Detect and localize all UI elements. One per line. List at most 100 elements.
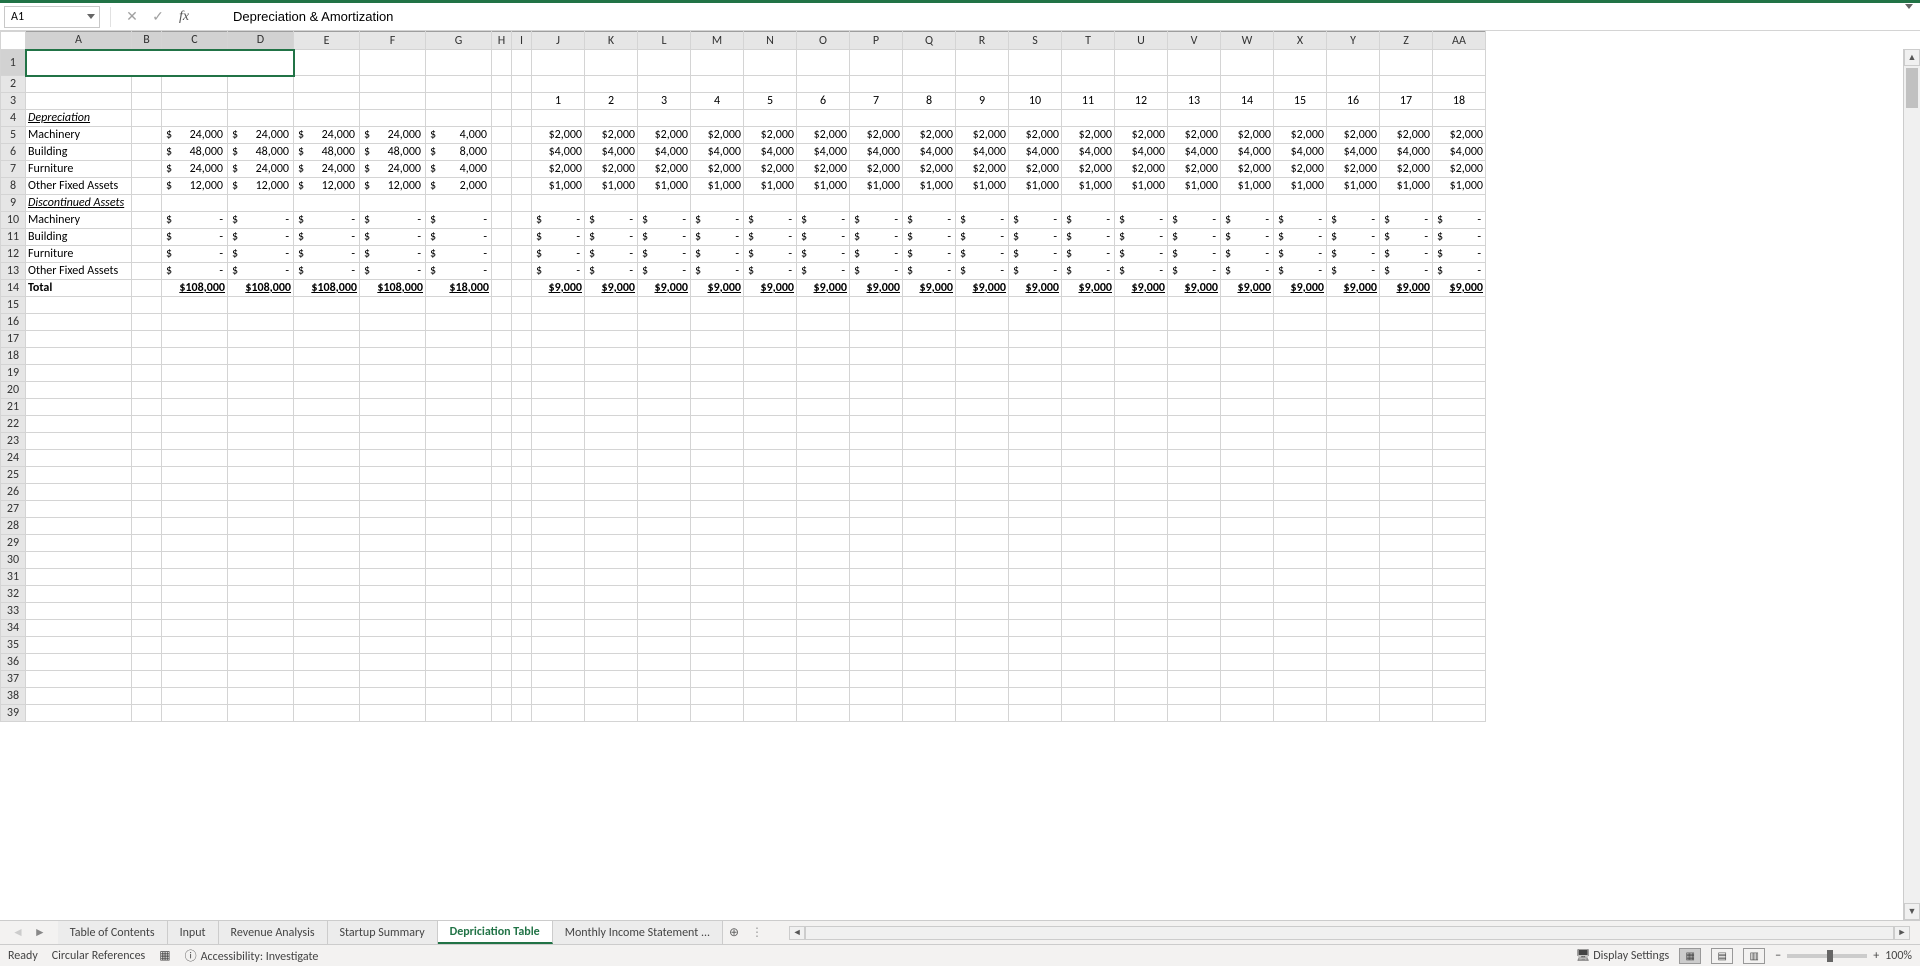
cell-Q33[interactable] xyxy=(903,603,956,620)
cell-A15[interactable] xyxy=(26,297,132,314)
cell-N32[interactable] xyxy=(744,586,797,603)
cell-U2[interactable] xyxy=(1115,76,1168,93)
cell-J15[interactable] xyxy=(532,297,585,314)
cell-AA4[interactable] xyxy=(1433,110,1486,127)
cell-Y13[interactable]: $- xyxy=(1327,263,1380,280)
col-header-C[interactable]: C xyxy=(162,32,228,50)
cell-B29[interactable] xyxy=(132,535,162,552)
cell-E29[interactable] xyxy=(294,535,360,552)
sheet-tab[interactable]: Table of Contents xyxy=(58,921,168,944)
cell-N24[interactable] xyxy=(744,450,797,467)
cell-S4[interactable] xyxy=(1009,110,1062,127)
cell-X17[interactable] xyxy=(1274,331,1327,348)
cell-W19[interactable] xyxy=(1221,365,1274,382)
cell-V33[interactable] xyxy=(1168,603,1221,620)
cell-L19[interactable] xyxy=(638,365,691,382)
cell-M9[interactable] xyxy=(691,195,744,212)
cell-R4[interactable] xyxy=(956,110,1009,127)
horizontal-scrollbar[interactable] xyxy=(805,926,1894,940)
row-header-10[interactable]: 10 xyxy=(1,212,26,229)
cell-G3[interactable] xyxy=(426,93,492,110)
col-header-AA[interactable]: AA xyxy=(1433,32,1486,50)
cell-K28[interactable] xyxy=(585,518,638,535)
cell-T36[interactable] xyxy=(1062,654,1115,671)
cell-H1[interactable] xyxy=(492,50,512,76)
cell-X22[interactable] xyxy=(1274,416,1327,433)
cell-I10[interactable] xyxy=(512,212,532,229)
cell-O23[interactable] xyxy=(797,433,850,450)
cell-K2[interactable] xyxy=(585,76,638,93)
cell-R26[interactable] xyxy=(956,484,1009,501)
cell-B32[interactable] xyxy=(132,586,162,603)
cell-AA18[interactable] xyxy=(1433,348,1486,365)
cell-L29[interactable] xyxy=(638,535,691,552)
cell-F15[interactable] xyxy=(360,297,426,314)
cell-U24[interactable] xyxy=(1115,450,1168,467)
cell-L26[interactable] xyxy=(638,484,691,501)
cell-Z18[interactable] xyxy=(1380,348,1433,365)
cell-D2[interactable] xyxy=(228,76,294,93)
cell-AA32[interactable] xyxy=(1433,586,1486,603)
cell-AA34[interactable] xyxy=(1433,620,1486,637)
cell-O5[interactable]: $2,000 xyxy=(797,127,850,144)
cell-D18[interactable] xyxy=(228,348,294,365)
cell-X11[interactable]: $- xyxy=(1274,229,1327,246)
cell-K6[interactable]: $4,000 xyxy=(585,144,638,161)
cell-V14[interactable]: $9,000 xyxy=(1168,280,1221,297)
cell-X14[interactable]: $9,000 xyxy=(1274,280,1327,297)
cell-T17[interactable] xyxy=(1062,331,1115,348)
cell-W7[interactable]: $2,000 xyxy=(1221,161,1274,178)
cell-K8[interactable]: $1,000 xyxy=(585,178,638,195)
cell-H20[interactable] xyxy=(492,382,512,399)
cell-Y27[interactable] xyxy=(1327,501,1380,518)
cell-G11[interactable]: $- xyxy=(426,229,492,246)
cell-P16[interactable] xyxy=(850,314,903,331)
cell-D25[interactable] xyxy=(228,467,294,484)
spreadsheet-grid[interactable]: ABCDEFGHIJKLMNOPQRSTUVWXYZAA1Depreciatio… xyxy=(0,31,1486,722)
cell-C7[interactable]: $24,000 xyxy=(162,161,228,178)
cell-S18[interactable] xyxy=(1009,348,1062,365)
zoom-in-icon[interactable]: + xyxy=(1873,949,1879,963)
cell-A35[interactable] xyxy=(26,637,132,654)
cell-V19[interactable] xyxy=(1168,365,1221,382)
cell-Z25[interactable] xyxy=(1380,467,1433,484)
cell-Q18[interactable] xyxy=(903,348,956,365)
cell-B23[interactable] xyxy=(132,433,162,450)
cell-Q25[interactable] xyxy=(903,467,956,484)
cell-Z19[interactable] xyxy=(1380,365,1433,382)
cell-A24[interactable] xyxy=(26,450,132,467)
cell-I24[interactable] xyxy=(512,450,532,467)
cell-T8[interactable]: $1,000 xyxy=(1062,178,1115,195)
cell-M20[interactable] xyxy=(691,382,744,399)
cell-U39[interactable] xyxy=(1115,705,1168,722)
cell-Z30[interactable] xyxy=(1380,552,1433,569)
cell-AA39[interactable] xyxy=(1433,705,1486,722)
cell-H38[interactable] xyxy=(492,688,512,705)
cell-Z23[interactable] xyxy=(1380,433,1433,450)
cell-Q5[interactable]: $2,000 xyxy=(903,127,956,144)
cell-A16[interactable] xyxy=(26,314,132,331)
formula-input[interactable] xyxy=(199,6,1898,28)
cell-J3[interactable]: 1 xyxy=(532,93,585,110)
cell-H12[interactable] xyxy=(492,246,512,263)
cell-P18[interactable] xyxy=(850,348,903,365)
cell-H4[interactable] xyxy=(492,110,512,127)
cell-Q12[interactable]: $- xyxy=(903,246,956,263)
cell-G15[interactable] xyxy=(426,297,492,314)
cell-O32[interactable] xyxy=(797,586,850,603)
cell-M24[interactable] xyxy=(691,450,744,467)
cell-O39[interactable] xyxy=(797,705,850,722)
col-header-G[interactable]: G xyxy=(426,32,492,50)
cell-V35[interactable] xyxy=(1168,637,1221,654)
cell-W3[interactable]: 14 xyxy=(1221,93,1274,110)
name-box[interactable]: A1 xyxy=(4,6,100,28)
cell-I29[interactable] xyxy=(512,535,532,552)
cell-T21[interactable] xyxy=(1062,399,1115,416)
cell-C38[interactable] xyxy=(162,688,228,705)
cell-C39[interactable] xyxy=(162,705,228,722)
cell-I8[interactable] xyxy=(512,178,532,195)
cell-K3[interactable]: 2 xyxy=(585,93,638,110)
cell-X35[interactable] xyxy=(1274,637,1327,654)
cell-C5[interactable]: $24,000 xyxy=(162,127,228,144)
cell-C35[interactable] xyxy=(162,637,228,654)
